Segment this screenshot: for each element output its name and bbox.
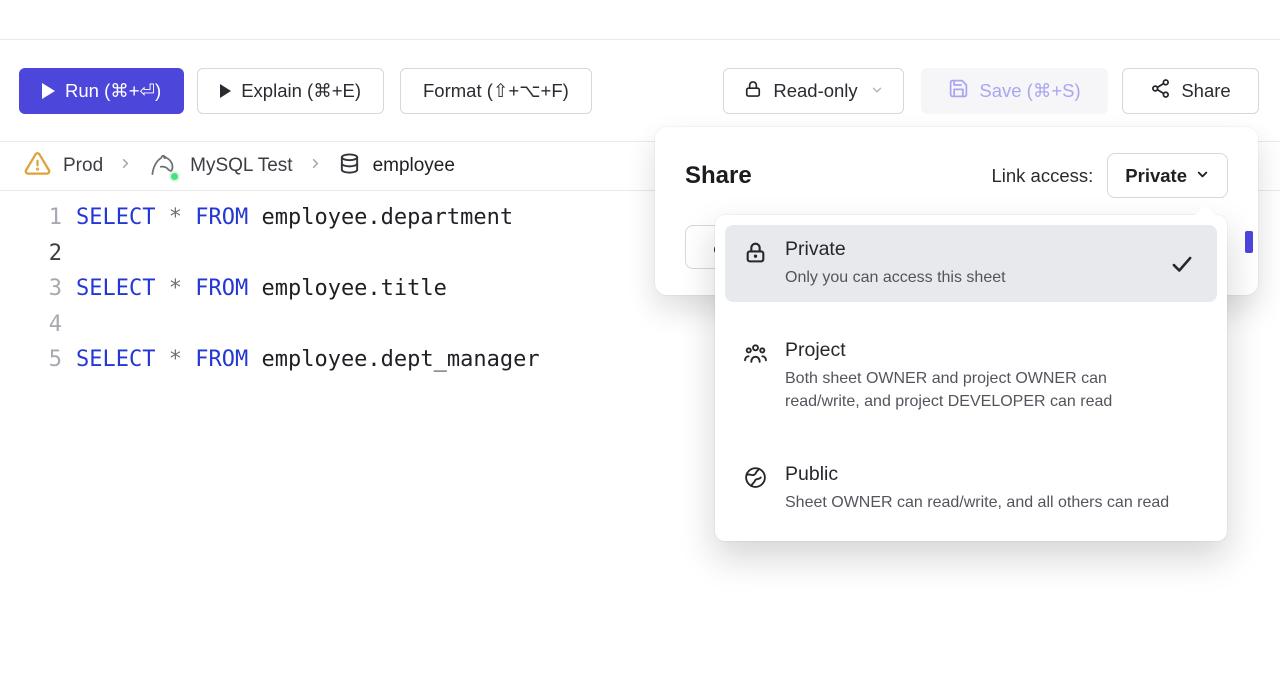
share-button-label: Share xyxy=(1181,80,1230,102)
lock-icon xyxy=(743,79,763,104)
menu-item-description: Sheet OWNER can read/write, and all othe… xyxy=(785,491,1169,514)
sql-identifier: employee.dept_manager xyxy=(261,347,539,372)
menu-item-description: Both sheet OWNER and project OWNER can r… xyxy=(785,367,1168,413)
save-icon xyxy=(948,78,969,104)
run-button[interactable]: Run (⌘+⏎) xyxy=(19,68,184,114)
code-text xyxy=(62,307,76,343)
editor-toolbar: Run (⌘+⏎) Explain (⌘+E) Format (⇧+⌥+F) xyxy=(19,68,592,114)
breadcrumb-database[interactable]: employee xyxy=(338,152,455,181)
link-access-label: Link access: xyxy=(991,165,1093,187)
menu-item-title: Public xyxy=(785,463,1169,486)
menu-item-text: Project Both sheet OWNER and project OWN… xyxy=(785,339,1168,413)
share-modal-title: Share xyxy=(685,162,991,190)
sql-keyword: FROM xyxy=(195,347,248,372)
sql-identifier: employee.title xyxy=(261,276,446,301)
menu-item-title: Private xyxy=(785,238,1006,261)
connection-status-dot xyxy=(169,171,180,182)
sql-keyword: FROM xyxy=(195,276,248,301)
format-button-label: Format (⇧+⌥+F) xyxy=(423,80,569,102)
menu-item-project[interactable]: Project Both sheet OWNER and project OWN… xyxy=(725,326,1217,426)
save-button-label: Save (⌘+S) xyxy=(979,80,1080,102)
code-line[interactable]: 4 xyxy=(0,307,540,343)
chevron-down-icon xyxy=(1195,165,1210,187)
code-line[interactable]: 5 SELECT * FROM employee.dept_manager xyxy=(0,342,540,378)
checkmark-icon xyxy=(1169,251,1195,282)
instance-label: MySQL Test xyxy=(190,155,292,177)
line-number-active: 2 xyxy=(0,236,62,272)
link-access-value: Private xyxy=(1125,165,1187,187)
readonly-mode-dropdown[interactable]: Read-only xyxy=(723,68,904,114)
breadcrumb-environment[interactable]: Prod xyxy=(24,150,103,183)
chevron-down-icon xyxy=(870,80,884,102)
sql-editor[interactable]: 1 SELECT * FROM employee.department 2 3 … xyxy=(0,200,540,378)
code-text xyxy=(62,236,76,272)
save-button[interactable]: Save (⌘+S) xyxy=(921,68,1108,114)
format-button[interactable]: Format (⇧+⌥+F) xyxy=(400,68,592,114)
explain-button-label: Explain (⌘+E) xyxy=(241,80,361,102)
code-line[interactable]: 3 SELECT * FROM employee.title xyxy=(0,271,540,307)
copy-button-edge[interactable] xyxy=(1245,231,1253,253)
menu-item-text: Private Only you can access this sheet xyxy=(785,238,1006,289)
share-icon xyxy=(1150,78,1171,104)
sql-keyword: SELECT xyxy=(76,347,155,372)
menu-item-title: Project xyxy=(785,339,1168,362)
readonly-label: Read-only xyxy=(773,80,857,102)
database-label: employee xyxy=(373,155,455,177)
globe-icon xyxy=(743,463,769,514)
chevron-right-icon xyxy=(118,155,133,177)
line-number: 4 xyxy=(0,307,62,343)
database-icon xyxy=(338,152,361,181)
mysql-dolphin-icon xyxy=(148,151,178,181)
explain-button[interactable]: Explain (⌘+E) xyxy=(197,68,384,114)
menu-item-text: Public Sheet OWNER can read/write, and a… xyxy=(785,463,1169,514)
top-divider xyxy=(0,39,1280,40)
sql-operator: * xyxy=(169,276,182,301)
code-text: SELECT * FROM employee.department xyxy=(62,200,513,236)
code-text: SELECT * FROM employee.dept_manager xyxy=(62,342,540,378)
chevron-right-icon xyxy=(308,155,323,177)
code-line[interactable]: 1 SELECT * FROM employee.department xyxy=(0,200,540,236)
line-number: 3 xyxy=(0,271,62,307)
menu-item-description: Only you can access this sheet xyxy=(785,266,1006,289)
menu-item-public[interactable]: Public Sheet OWNER can read/write, and a… xyxy=(725,450,1217,527)
sql-identifier: employee.department xyxy=(261,205,513,230)
sql-keyword: FROM xyxy=(195,205,248,230)
run-button-label: Run (⌘+⏎) xyxy=(65,80,161,102)
line-number: 1 xyxy=(0,200,62,236)
code-text: SELECT * FROM employee.title xyxy=(62,271,447,307)
warning-triangle-icon xyxy=(24,150,51,183)
play-icon xyxy=(220,84,231,98)
play-icon xyxy=(42,83,55,99)
lock-icon xyxy=(743,238,769,289)
menu-item-private[interactable]: Private Only you can access this sheet xyxy=(725,225,1217,302)
environment-label: Prod xyxy=(63,155,103,177)
link-access-menu: Private Only you can access this sheet P… xyxy=(715,215,1227,541)
code-line[interactable]: 2 xyxy=(0,236,540,272)
link-access-dropdown[interactable]: Private xyxy=(1107,153,1228,198)
sql-operator: * xyxy=(169,347,182,372)
breadcrumb-instance[interactable]: MySQL Test xyxy=(148,151,292,181)
line-number: 5 xyxy=(0,342,62,378)
share-button[interactable]: Share xyxy=(1122,68,1259,114)
sql-keyword: SELECT xyxy=(76,276,155,301)
share-modal-header: Share Link access: Private xyxy=(655,127,1258,198)
sql-keyword: SELECT xyxy=(76,205,155,230)
users-icon xyxy=(743,339,769,413)
sql-operator: * xyxy=(169,205,182,230)
